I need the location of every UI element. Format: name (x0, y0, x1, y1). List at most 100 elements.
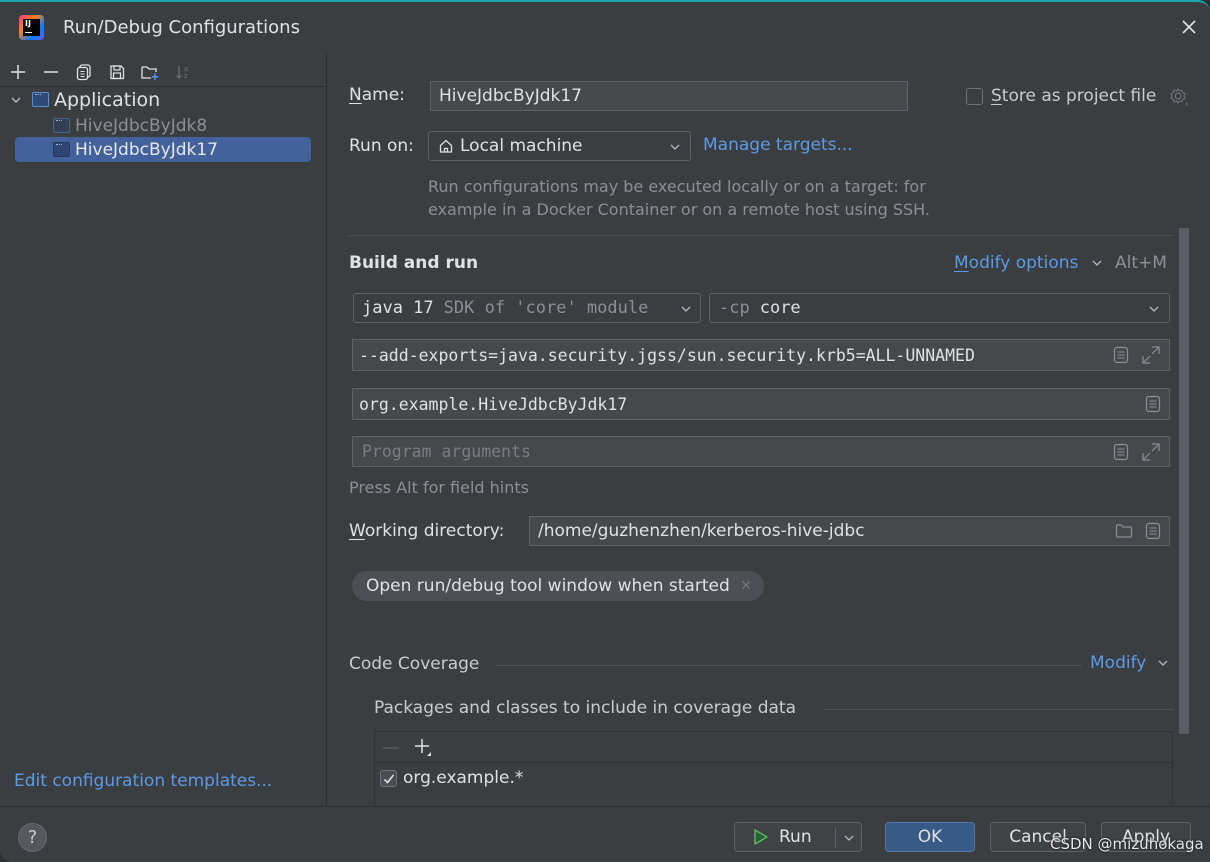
code-coverage-title: Code Coverage (349, 654, 480, 674)
configuration-editor: Name: HiveJdbcByJdk17 Store as project f… (328, 54, 1210, 811)
name-label: Name: (349, 85, 405, 105)
working-directory-label: Working directory: (349, 521, 505, 541)
home-icon (439, 139, 453, 153)
jdk-hint: SDK of 'core' module (443, 298, 649, 318)
tree-item-hivejdbcbyjdk17[interactable]: HiveJdbcByJdk17 (15, 137, 311, 162)
configurations-sidebar: az Application HiveJdbcByJdk8 HiveJdbcBy… (0, 54, 327, 806)
tree-group-label: Application (54, 88, 161, 111)
ok-button[interactable]: OK (885, 822, 975, 852)
run-debug-configurations-dialog: IJ Run/Debug Configurations a z Applicat… (0, 0, 1210, 862)
tree-item-hivejdbcbyjdk8[interactable]: HiveJdbcByJdk8 (53, 113, 207, 138)
document-icon[interactable] (1113, 443, 1129, 461)
application-icon (32, 92, 49, 107)
add-configuration-button[interactable] (6, 60, 30, 84)
main-class-input[interactable]: org.example.HiveJdbcByJdk17 (352, 388, 1170, 420)
chip-label: Open run/debug tool window when started (366, 576, 730, 596)
vm-options-value: --add-exports=java.security.jgss/sun.sec… (359, 345, 975, 365)
run-on-dropdown[interactable]: Local machine (428, 131, 691, 161)
remove-icon (44, 71, 58, 73)
document-icon[interactable] (1113, 346, 1129, 364)
field-hints-text: Press Alt for field hints (349, 478, 529, 497)
coverage-packages-title: Packages and classes to include in cover… (374, 698, 797, 718)
open-tool-window-option-chip[interactable]: Open run/debug tool window when started (352, 571, 764, 601)
working-directory-input[interactable]: /home/guzhenzhen/kerberos-hive-jdbc (529, 516, 1170, 546)
chevron-down-icon (681, 306, 691, 312)
jdk-value: java 17 (362, 298, 434, 318)
chevron-down-icon (1092, 260, 1102, 266)
remove-configuration-button[interactable] (39, 60, 63, 84)
run-on-value: Local machine (460, 136, 583, 156)
chevron-down-icon (11, 97, 21, 103)
manage-targets-link[interactable]: Manage targets... (703, 135, 853, 155)
expand-icon[interactable] (1141, 442, 1161, 462)
dialog-footer: ? Run OK Cancel Apply CSDN @mizuhokaga (0, 806, 1210, 862)
vm-options-input[interactable]: --add-exports=java.security.jgss/sun.sec… (352, 339, 1170, 371)
new-folder-icon (141, 66, 159, 80)
create-folder-button[interactable] (138, 60, 162, 84)
vertical-scrollbar[interactable] (1179, 228, 1189, 734)
tree-item-label: HiveJdbcByJdk8 (75, 115, 208, 136)
section-divider (349, 235, 1173, 236)
dialog-title: Run/Debug Configurations (63, 17, 300, 38)
gear-icon[interactable] (1169, 87, 1189, 107)
folder-icon[interactable] (1115, 523, 1133, 539)
jdk-dropdown[interactable]: java 17 SDK of 'core' module (353, 293, 701, 323)
run-on-label: Run on: (349, 136, 414, 156)
remove-option-icon[interactable] (740, 579, 752, 591)
coverage-patterns-table: org.example.* (374, 731, 1173, 811)
logo-text: IJ (23, 19, 40, 36)
program-arguments-placeholder: Program arguments (362, 442, 531, 461)
chevron-down-icon (1149, 306, 1159, 312)
code-coverage-modify-link[interactable]: Modify (1090, 653, 1146, 673)
document-icon[interactable] (1145, 522, 1161, 540)
store-as-project-file-label: Store as project file (991, 86, 1157, 106)
cp-value: core (759, 298, 801, 318)
code-coverage-divider (495, 665, 1082, 666)
tree-item-label: HiveJdbcByJdk17 (75, 139, 218, 160)
expand-icon[interactable] (1141, 345, 1161, 365)
title-bar: IJ Run/Debug Configurations (0, 2, 1210, 54)
run-icon (754, 829, 768, 845)
chevron-down-icon (670, 144, 680, 150)
coverage-packages-divider (824, 709, 1174, 710)
close-icon (1182, 20, 1196, 34)
chevron-down-icon[interactable] (843, 833, 855, 843)
add-icon[interactable] (413, 737, 435, 759)
name-input[interactable]: HiveJdbcByJdk17 (430, 81, 908, 111)
application-config-icon (53, 142, 70, 157)
application-config-icon (53, 118, 70, 133)
sidebar-toolbar: az (6, 60, 195, 84)
split-divider (835, 828, 836, 848)
build-and-run-title: Build and run (349, 253, 479, 273)
coverage-pattern-label: org.example.* (403, 768, 524, 788)
apply-button[interactable]: Apply (1101, 822, 1191, 852)
cancel-button[interactable]: Cancel (990, 822, 1086, 852)
remove-icon[interactable] (382, 741, 400, 755)
sort-icon: az (176, 65, 188, 80)
close-button[interactable] (1180, 18, 1198, 36)
tree-group-application[interactable]: Application (8, 87, 160, 112)
svg-text:z: z (184, 72, 188, 80)
sort-configurations-button[interactable]: az (171, 60, 195, 84)
run-on-hint: Run configurations may be executed local… (428, 177, 930, 219)
save-configuration-button[interactable] (105, 60, 129, 84)
help-button[interactable]: ? (18, 823, 47, 852)
intellij-logo-icon: IJ (19, 15, 44, 40)
chevron-down-icon (1158, 660, 1168, 666)
copy-icon (76, 64, 91, 81)
edit-configuration-templates-link[interactable]: Edit configuration templates... (14, 771, 272, 791)
copy-configuration-button[interactable] (72, 60, 96, 84)
store-as-project-file-checkbox[interactable] (966, 88, 983, 105)
modify-options-shortcut: Alt+M (1115, 253, 1167, 273)
run-button[interactable]: Run (734, 822, 862, 852)
program-arguments-input[interactable]: Program arguments (352, 436, 1170, 467)
document-icon[interactable] (1145, 395, 1161, 413)
save-icon (110, 65, 125, 80)
classpath-module-dropdown[interactable]: -cp core (709, 293, 1170, 323)
coverage-table-toolbar (375, 732, 1172, 763)
coverage-pattern-row[interactable]: org.example.* (375, 763, 1172, 793)
run-button-label: Run (779, 827, 812, 847)
checkmark-icon (383, 774, 395, 784)
modify-options-link[interactable]: Modify options (954, 253, 1078, 273)
coverage-pattern-checkbox[interactable] (380, 769, 397, 787)
